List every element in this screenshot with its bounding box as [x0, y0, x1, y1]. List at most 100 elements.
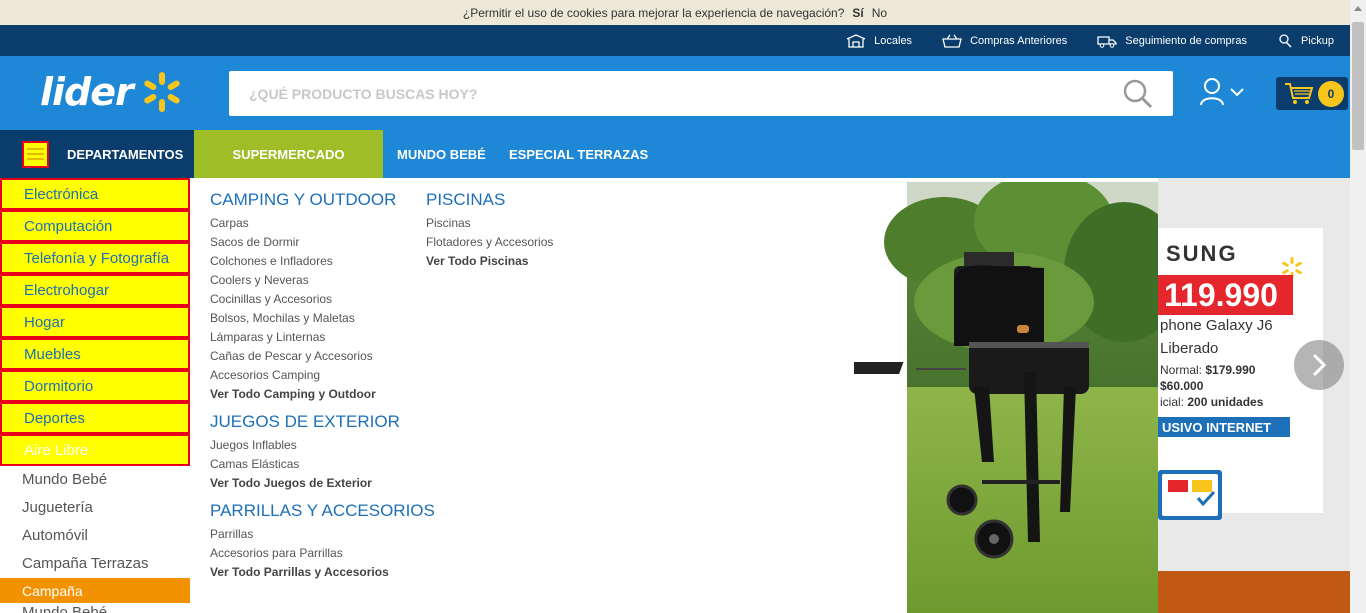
sidebar-item-muebles[interactable]: Muebles	[0, 338, 190, 370]
sidebar-item-dormitorio[interactable]: Dormitorio	[0, 370, 190, 402]
sidebar-item-mundo-bebe[interactable]: Mundo Bebé	[22, 471, 107, 488]
pickup-label: Pickup	[1300, 34, 1334, 47]
scrollbar-thumb[interactable]	[1352, 22, 1364, 150]
locales-label: Locales	[874, 34, 913, 47]
menu-link[interactable]: Camas Elásticas	[210, 455, 400, 474]
seguimiento-label: Seguimiento de compras	[1125, 34, 1247, 47]
sidebar-item-telefonia[interactable]: Telefonía y Fotografía	[0, 242, 190, 274]
juegos-column: JUEGOS DE EXTERIOR Juegos Inflables Cama…	[210, 412, 400, 493]
piscinas-column: PISCINAS Piscinas Flotadores y Accesorio…	[426, 190, 553, 271]
nav-supermercado[interactable]: SUPERMERCADO	[194, 130, 383, 178]
page-scrollbar[interactable]	[1350, 0, 1366, 613]
basket-icon	[942, 34, 962, 48]
pickup-icon	[1279, 33, 1292, 48]
nav-especial-terrazas[interactable]: ESPECIAL TERRAZAS	[509, 130, 648, 178]
search-box	[229, 71, 1173, 116]
sidebar-item-campana-terrazas[interactable]: Campaña Terrazas	[22, 555, 148, 572]
departments-toggle[interactable]: DEPARTAMENTOS	[0, 130, 194, 178]
store-icon	[846, 33, 866, 48]
menu-link[interactable]: Sacos de Dormir	[210, 233, 396, 252]
menu-link[interactable]: Parrillas	[210, 525, 435, 544]
promo-price: 119.990	[1158, 275, 1293, 315]
promo-stock: 200 unidades	[1187, 395, 1264, 409]
menu-link[interactable]: Carpas	[210, 214, 396, 233]
logo-text: lider	[40, 70, 134, 114]
promo-product-line2: Liberado	[1160, 340, 1219, 357]
promo-save: $60.000	[1160, 379, 1204, 393]
cookie-yes-link[interactable]: Sí	[852, 6, 863, 20]
seguimiento-link[interactable]: Seguimiento de compras	[1097, 34, 1247, 48]
locales-link[interactable]: Locales	[846, 33, 913, 48]
menu-link[interactable]: Coolers y Neveras	[210, 271, 396, 290]
search-icon[interactable]	[1123, 79, 1153, 109]
sidebar-item-deportes[interactable]: Deportes	[0, 402, 190, 434]
promo-normal-label: Normal:	[1160, 363, 1203, 377]
cart-icon	[1285, 82, 1314, 104]
sidebar-item-computacion[interactable]: Computación	[0, 210, 190, 242]
mega-menu: CAMPING Y OUTDOOR Carpas Sacos de Dormir…	[190, 178, 1158, 613]
menu-link[interactable]: Colchones e Infladores	[210, 252, 396, 271]
search-input[interactable]	[229, 71, 1109, 116]
menu-link[interactable]: Accesorios Camping	[210, 366, 396, 385]
menu-link[interactable]: Flotadores y Accesorios	[426, 233, 553, 252]
camping-column: CAMPING Y OUTDOOR Carpas Sacos de Dormir…	[210, 190, 396, 404]
view-all-camping-link[interactable]: Ver Todo Camping y Outdoor	[210, 385, 396, 404]
menu-link[interactable]: Piscinas	[426, 214, 553, 233]
cart-count-badge: 0	[1318, 80, 1344, 107]
parrillas-column: PARRILLAS Y ACCESORIOS Parrillas Accesor…	[210, 501, 435, 582]
truck-icon	[1097, 35, 1117, 48]
hamburger-icon	[22, 140, 49, 168]
parrillas-heading[interactable]: PARRILLAS Y ACCESORIOS	[210, 501, 435, 521]
cookie-bar: ¿Permitir el uso de cookies para mejorar…	[0, 0, 1350, 25]
spark-logo-icon	[144, 72, 180, 112]
view-all-juegos-link[interactable]: Ver Todo Juegos de Exterior	[210, 474, 400, 493]
promo-stock-label: icial:	[1160, 395, 1185, 409]
menu-link[interactable]: Lámparas y Linternas	[210, 328, 396, 347]
promo-bottom-strip	[1158, 571, 1350, 613]
sidebar-item-hogar[interactable]: Hogar	[0, 306, 190, 338]
grill-promo-image[interactable]	[854, 182, 1158, 613]
sidebar-item-mundo-bebe-2[interactable]: Mundo Bebé	[22, 604, 107, 613]
sidebar-item-aire-libre[interactable]: Aire Libre	[0, 434, 190, 466]
menu-link[interactable]: Cañas de Pescar y Accesorios	[210, 347, 396, 366]
main-header: lider 0	[0, 56, 1350, 130]
cookie-no-link[interactable]: No	[872, 6, 887, 20]
nav-mundo-bebe[interactable]: MUNDO BEBÉ	[397, 130, 486, 178]
compras-anteriores-label: Compras Anteriores	[970, 34, 1068, 47]
promo-banner[interactable]: SUNG 119.990 phone Galaxy J6 Liberado No…	[1158, 178, 1350, 613]
menu-link[interactable]: Accesorios para Parrillas	[210, 544, 435, 563]
sidebar-item-jugueteria[interactable]: Juguetería	[22, 499, 93, 516]
promo-brand: SUNG	[1166, 241, 1238, 266]
scroll-up-icon[interactable]	[1354, 6, 1362, 11]
menu-link[interactable]: Juegos Inflables	[210, 436, 400, 455]
piscinas-heading[interactable]: PISCINAS	[426, 190, 553, 210]
sidebar-item-electrohogar[interactable]: Electrohogar	[0, 274, 190, 306]
juegos-heading[interactable]: JUEGOS DE EXTERIOR	[210, 412, 400, 432]
camping-heading[interactable]: CAMPING Y OUTDOOR	[210, 190, 396, 210]
menu-link[interactable]: Cocinillas y Accesorios	[210, 290, 396, 309]
carousel-next-button[interactable]	[1294, 340, 1344, 390]
chevron-right-icon	[1312, 353, 1327, 377]
view-all-piscinas-link[interactable]: Ver Todo Piscinas	[426, 252, 553, 271]
chevron-down-icon	[1230, 87, 1244, 96]
sidebar-campaign-header[interactable]: Campaña	[0, 578, 190, 603]
pickup-link[interactable]: Pickup	[1277, 33, 1334, 48]
account-menu[interactable]	[1200, 78, 1244, 106]
departments-sidebar: Electrónica Computación Telefonía y Foto…	[0, 178, 190, 613]
menu-link[interactable]: Bolsos, Mochilas y Maletas	[210, 309, 396, 328]
view-all-parrillas-link[interactable]: Ver Todo Parrillas y Accesorios	[210, 563, 435, 582]
top-utility-bar: Locales Compras Anteriores Seguimiento d…	[0, 25, 1350, 56]
cookie-text: ¿Permitir el uso de cookies para mejorar…	[462, 5, 845, 20]
sidebar-item-automovil[interactable]: Automóvil	[22, 527, 88, 544]
compras-anteriores-link[interactable]: Compras Anteriores	[942, 34, 1067, 48]
departments-label: DEPARTAMENTOS	[67, 146, 184, 162]
promo-normal-price: $179.990	[1205, 363, 1256, 377]
cart-button[interactable]: 0	[1276, 77, 1348, 110]
user-icon	[1200, 78, 1224, 106]
promo-tag: USIVO INTERNET	[1158, 417, 1290, 437]
network-badge-icon	[1158, 470, 1222, 520]
main-nav: DEPARTAMENTOS SUPERMERCADO MUNDO BEBÉ ES…	[0, 130, 1350, 178]
lider-logo[interactable]: lider	[40, 69, 185, 115]
promo-product-line1: phone Galaxy J6	[1160, 317, 1273, 334]
sidebar-item-electronica[interactable]: Electrónica	[0, 178, 190, 210]
